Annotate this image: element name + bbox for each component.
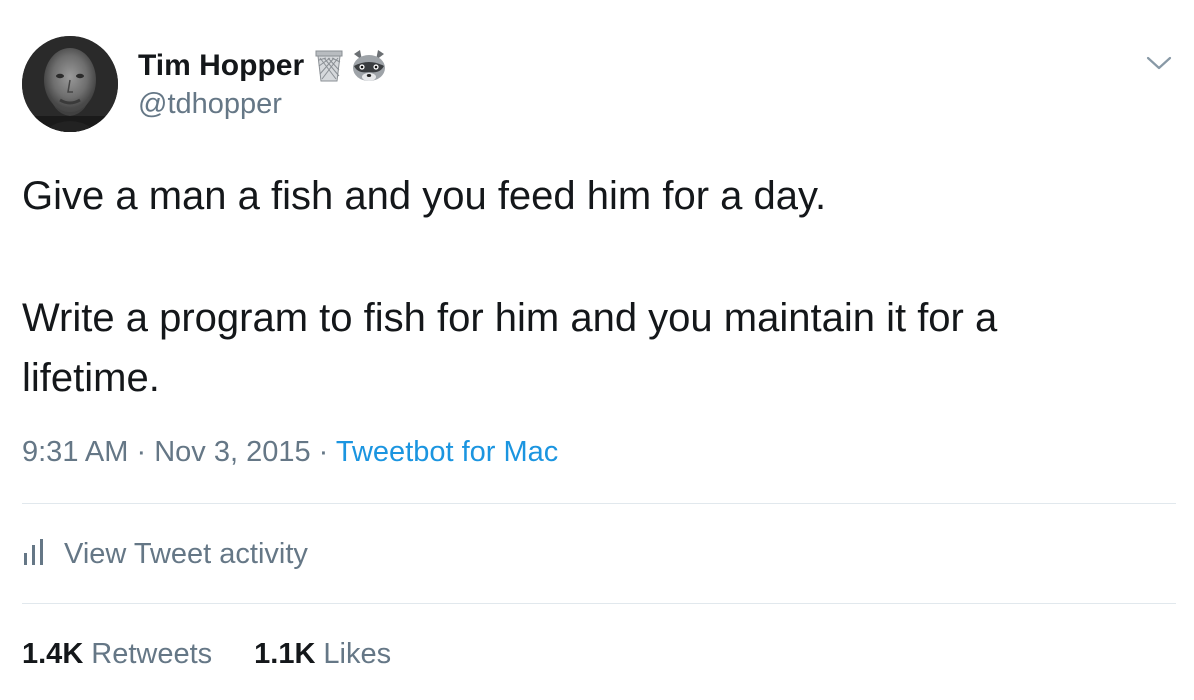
- retweets-count: 1.4K: [22, 638, 84, 670]
- meta-separator: ·: [318, 436, 329, 468]
- tweet-text: Give a man a fish and you feed him for a…: [22, 166, 1142, 408]
- tweet-meta: 9:31 AM · Nov 3, 2015 · Tweetbot for Mac: [22, 432, 558, 472]
- divider: [22, 503, 1176, 504]
- tweet-source-link[interactable]: Tweetbot for Mac: [336, 436, 558, 468]
- retweets-label: Retweets: [91, 638, 213, 670]
- author-block: Tim Hopper @tdhopper: [138, 46, 388, 122]
- tweet-stats: 1.4K Retweets 1.1K Likes: [22, 634, 433, 674]
- retweets-stat[interactable]: 1.4K Retweets: [22, 634, 212, 674]
- tweet-paragraph-1: Give a man a fish and you feed him for a…: [22, 174, 827, 218]
- view-tweet-activity-label: View Tweet activity: [64, 538, 308, 570]
- author-handle[interactable]: @tdhopper: [138, 86, 388, 122]
- likes-stat[interactable]: 1.1K Likes: [254, 634, 391, 674]
- tweet-paragraph-2: Write a program to fish for him and you …: [22, 296, 1009, 400]
- chevron-down-icon[interactable]: [1144, 52, 1174, 74]
- likes-count: 1.1K: [254, 638, 316, 670]
- avatar-photo: [22, 36, 118, 132]
- tweet-date[interactable]: Nov 3, 2015: [154, 436, 310, 468]
- bar-chart-icon: [22, 537, 48, 572]
- wastebasket-icon: [314, 48, 344, 84]
- author-display-name[interactable]: Tim Hopper: [138, 46, 304, 86]
- avatar[interactable]: [22, 36, 118, 132]
- author-name-row: Tim Hopper: [138, 46, 388, 86]
- likes-label: Likes: [323, 638, 392, 670]
- divider: [22, 603, 1176, 604]
- meta-separator: ·: [136, 436, 147, 468]
- raccoon-icon: [350, 48, 388, 84]
- paragraph-spacer: [22, 226, 1142, 288]
- tweet-time[interactable]: 9:31 AM: [22, 436, 128, 468]
- tweet-card: Tim Hopper @tdhopper Give a man a fish a…: [0, 0, 1194, 700]
- view-tweet-activity-button[interactable]: View Tweet activity: [22, 532, 308, 576]
